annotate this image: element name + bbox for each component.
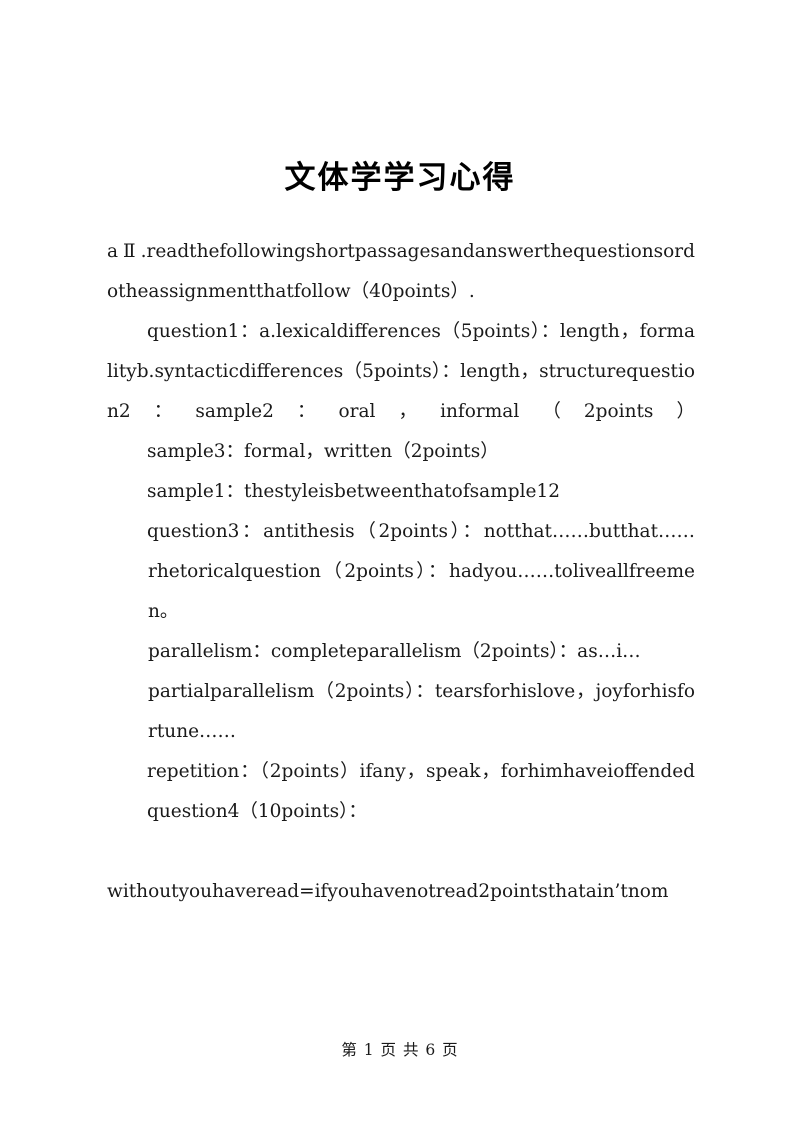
paragraph-question1: question1：a.lexicaldifferences（5points）：… [107, 321, 695, 422]
paragraph-question4: question4（10points）： [147, 801, 367, 822]
paragraph-parallelism: parallelism：completeparallelism（2points）… [148, 641, 641, 662]
paragraph-without-you-have-read: withoutyouhaveread=ifyouhavenotread2poin… [107, 881, 669, 902]
paragraph-partial-parallelism: partialparallelism（2points）：tearsforhisl… [148, 681, 695, 742]
document-body: aⅡ.readthefollowingshortpassagesandanswe… [107, 232, 695, 912]
page-title: 文体学学习心得 [284, 159, 516, 196]
page-footer: 第 1 页 共 6 页 [341, 1041, 459, 1059]
document-page: 文体学学习心得 aⅡ.readthefollowingshortpassages… [0, 0, 800, 1131]
paragraph-sample3: sample3：formal，written（2points） [147, 441, 499, 462]
paragraph-question3: question3：antithesis（2points）：notthat……b… [147, 521, 695, 542]
paragraph-sample1: sample1：thestyleisbetweenthatofsample12 [147, 481, 560, 502]
paragraph-rhetorical-question: rhetoricalquestion（2points）：hadyou……toli… [148, 561, 695, 622]
paragraph-intro: aⅡ.readthefollowingshortpassagesandanswe… [107, 241, 695, 302]
paragraph-repetition: repetition：（2points）ifany，speak，forhimha… [147, 761, 695, 782]
